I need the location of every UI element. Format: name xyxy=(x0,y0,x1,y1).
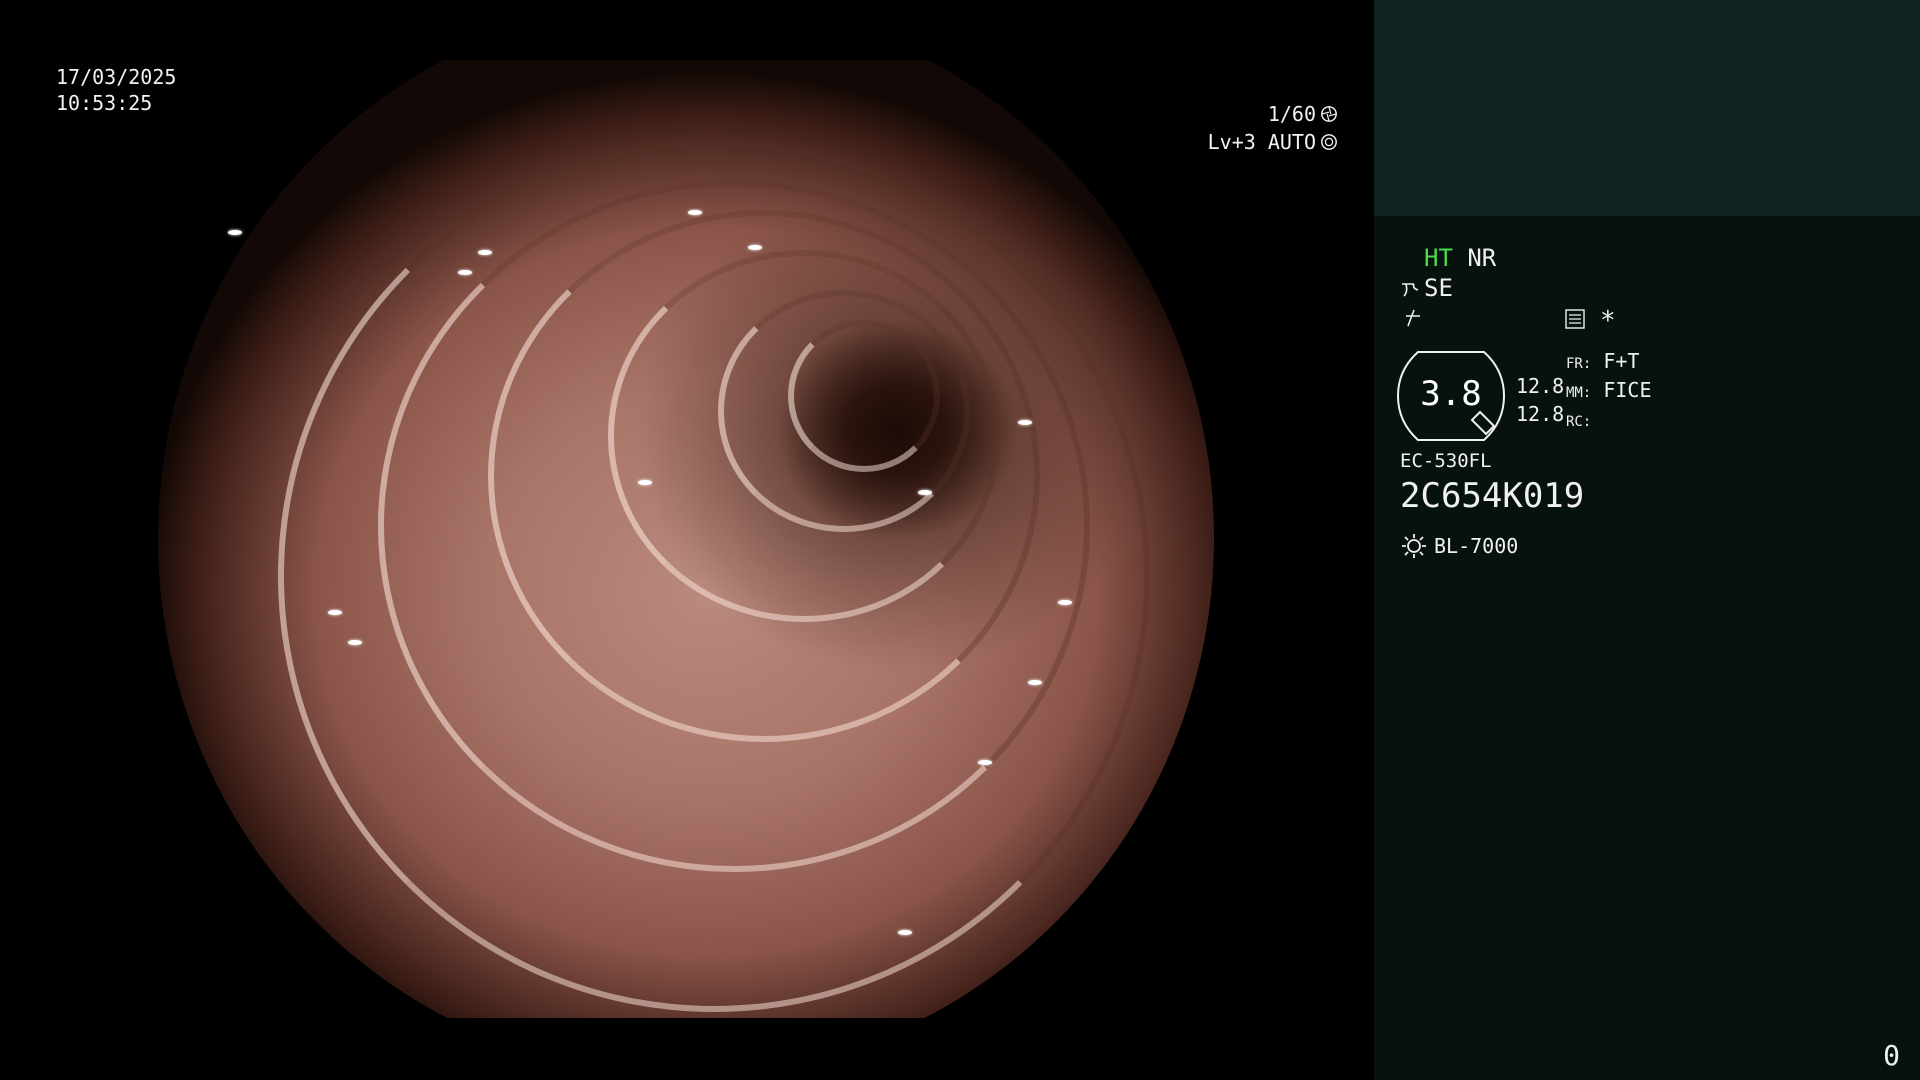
shutter-icon xyxy=(1321,106,1337,122)
gauge-row2-value: 12.8 xyxy=(1516,402,1565,426)
nr-indicator: NR xyxy=(1467,244,1497,272)
ht-nr-row: HT NR xyxy=(1424,244,1496,272)
se-indicator: SE xyxy=(1424,274,1453,302)
glare-spot xyxy=(328,610,342,615)
glare-spot xyxy=(748,245,762,250)
settings-block: FR: F+T MM: FICE RC: xyxy=(1566,348,1652,435)
endoscope-view-clip xyxy=(158,60,1214,1018)
asterisk-indicator: * xyxy=(1600,306,1616,336)
gauge-row1-value: 12.8 xyxy=(1516,374,1565,398)
glare-spot xyxy=(638,480,652,485)
glare-spot xyxy=(688,210,702,215)
light-source-name: BL-7000 xyxy=(1434,534,1519,558)
glare-spot xyxy=(458,270,472,275)
mm-value: FICE xyxy=(1603,378,1652,402)
scope-model: EC-530FL xyxy=(1400,450,1492,472)
fr-label: FR: xyxy=(1566,356,1592,372)
glare-spot xyxy=(348,640,362,645)
edge-icon xyxy=(1406,309,1420,327)
exposure-info: 1/60 Lv+3 AUTO xyxy=(1208,100,1338,156)
mm-label: MM: xyxy=(1566,385,1592,401)
panel-header xyxy=(1374,0,1920,216)
menu-icon xyxy=(1565,309,1585,329)
glare-spot xyxy=(1018,420,1032,425)
rc-label: RC: xyxy=(1566,414,1592,430)
fr-value: F+T xyxy=(1603,349,1640,373)
se-row: SE xyxy=(1400,274,1453,302)
glare-spot xyxy=(478,250,492,255)
ht-indicator: HT xyxy=(1424,244,1453,272)
endoscope-image-area: 17/03/2025 10:53:25 1/60 Lv+3 AUTO xyxy=(0,0,1374,1080)
glare-spot xyxy=(1058,600,1072,605)
glare-spot xyxy=(898,930,912,935)
light-source-row: BL-7000 xyxy=(1400,532,1518,560)
glare-spot xyxy=(228,230,242,235)
gauge-value: 3.8 xyxy=(1420,374,1482,414)
gauge-values: 12.8 12.8 xyxy=(1516,372,1564,428)
glare-spot xyxy=(918,490,932,495)
glare-spot xyxy=(1028,680,1042,685)
endoscope-view xyxy=(158,60,1214,1018)
frame-counter: 0 xyxy=(1883,1039,1900,1072)
mode-row xyxy=(1402,306,1424,334)
fold-ring xyxy=(788,320,940,472)
info-panel: HT NR SE * 3.8 12.8 12.8 FR: F+T MM: FIC… xyxy=(1374,0,1920,1080)
scope-serial: 2C654K019 xyxy=(1400,476,1585,516)
structure-enhance-icon xyxy=(1402,283,1419,297)
gauge: 3.8 xyxy=(1396,350,1506,442)
light-level: Lv+3 AUTO xyxy=(1207,130,1316,154)
iris-icon xyxy=(1321,134,1337,150)
shutter-speed: 1/60 xyxy=(1267,102,1316,126)
glare-spot xyxy=(978,760,992,765)
light-source-icon xyxy=(1402,534,1426,558)
